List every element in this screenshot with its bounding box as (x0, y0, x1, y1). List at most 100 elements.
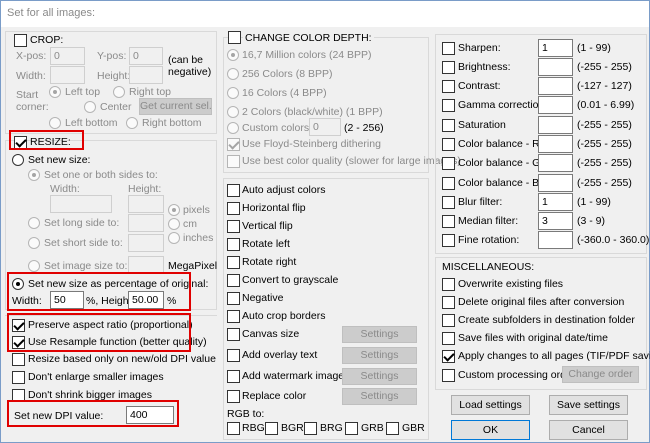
blur-input[interactable]: 1 (538, 193, 573, 211)
crop-height-input[interactable] (129, 66, 163, 84)
rbg-label: RBG (242, 422, 265, 434)
center-radio[interactable] (84, 101, 96, 113)
gbr-checkbox[interactable] (386, 422, 399, 435)
canvas-size-checkbox[interactable] (227, 328, 240, 341)
get-current-sel-button[interactable]: Get current sel. (139, 98, 212, 115)
xpos-input[interactable]: 0 (50, 47, 85, 65)
rotate-right-checkbox[interactable] (227, 256, 240, 269)
contrast-checkbox[interactable] (442, 80, 455, 93)
long-side-radio[interactable] (28, 217, 40, 229)
canvas-settings-button[interactable]: Settings (342, 326, 417, 343)
settings-dialog: Set for all images: CROP: X-pos: 0 Y-pos… (0, 0, 650, 443)
right-bottom-radio[interactable] (126, 117, 138, 129)
negative-checkbox[interactable] (227, 292, 240, 305)
custom-order-checkbox[interactable] (442, 369, 455, 382)
brightness-input[interactable] (538, 58, 573, 76)
fine-rotation-checkbox[interactable] (442, 234, 455, 247)
median-input[interactable]: 3 (538, 212, 573, 230)
short-side-label: Set short side to: (44, 237, 123, 249)
grayscale-checkbox[interactable] (227, 274, 240, 287)
best-quality-checkbox[interactable] (227, 155, 240, 168)
right-top-radio[interactable] (113, 86, 125, 98)
save-settings-button[interactable]: Save settings (549, 395, 628, 415)
depth-4bpp-radio[interactable] (227, 87, 239, 99)
keep-date-checkbox[interactable] (442, 332, 455, 345)
overlay-settings-button[interactable]: Settings (342, 347, 417, 364)
brightness-range: (-255 - 255) (577, 61, 632, 73)
gamma-input[interactable] (538, 96, 573, 114)
dpi-based-checkbox[interactable] (12, 353, 25, 366)
floyd-checkbox[interactable] (227, 138, 240, 151)
one-or-both-radio[interactable] (28, 169, 40, 181)
depth-24bpp-radio[interactable] (227, 49, 239, 61)
replace-color-checkbox[interactable] (227, 390, 240, 403)
rotate-left-checkbox[interactable] (227, 238, 240, 251)
auto-adjust-checkbox[interactable] (227, 184, 240, 197)
depth-8bpp-radio[interactable] (227, 68, 239, 80)
custom-colors-input[interactable]: 0 (309, 118, 341, 136)
set-new-size-label: Set new size: (28, 154, 91, 166)
blur-checkbox[interactable] (442, 196, 455, 209)
color-balance-g-checkbox[interactable] (442, 157, 455, 170)
resize-width-input[interactable] (50, 195, 112, 213)
crop-checkbox[interactable] (14, 34, 27, 47)
right-bottom-label: Right bottom (142, 117, 202, 129)
grb-checkbox[interactable] (345, 422, 358, 435)
median-checkbox[interactable] (442, 215, 455, 228)
saturation-input[interactable] (538, 116, 573, 134)
watermark-checkbox[interactable] (227, 370, 240, 383)
custom-colors-radio[interactable] (227, 122, 239, 134)
auto-crop-label: Auto crop borders (242, 310, 326, 322)
vflip-checkbox[interactable] (227, 220, 240, 233)
color-balance-g-input[interactable] (538, 154, 573, 172)
inches-radio[interactable] (168, 232, 180, 244)
crop-width-input[interactable] (50, 66, 85, 84)
short-side-radio[interactable] (28, 237, 40, 249)
left-top-radio[interactable] (49, 86, 61, 98)
brg-checkbox[interactable] (304, 422, 317, 435)
bgr-checkbox[interactable] (265, 422, 278, 435)
change-order-button[interactable]: Change order (562, 366, 639, 383)
long-side-input[interactable] (128, 214, 164, 232)
left-bottom-radio[interactable] (49, 117, 61, 129)
sharpen-checkbox[interactable] (442, 42, 455, 55)
sharpen-range: (1 - 99) (577, 42, 611, 54)
auto-crop-checkbox[interactable] (227, 310, 240, 323)
set-new-size-radio[interactable] (12, 154, 24, 166)
negative-label: Negative (242, 292, 284, 304)
overwrite-checkbox[interactable] (442, 278, 455, 291)
pixels-radio[interactable] (168, 204, 180, 216)
cm-radio[interactable] (168, 218, 180, 230)
long-side-label: Set long side to: (44, 217, 120, 229)
sharpen-input[interactable]: 1 (538, 39, 573, 57)
overlay-text-checkbox[interactable] (227, 349, 240, 362)
hflip-checkbox[interactable] (227, 202, 240, 215)
delete-originals-checkbox[interactable] (442, 296, 455, 309)
brightness-checkbox[interactable] (442, 61, 455, 74)
depth-1bpp-radio[interactable] (227, 106, 239, 118)
rbg-checkbox[interactable] (227, 422, 240, 435)
short-side-input[interactable] (128, 234, 164, 252)
highlight-dpi (7, 400, 179, 427)
color-balance-b-checkbox[interactable] (442, 177, 455, 190)
subfolders-checkbox[interactable] (442, 314, 455, 327)
cancel-button[interactable]: Cancel (549, 420, 628, 440)
resize-height-input[interactable] (128, 195, 164, 213)
load-settings-button[interactable]: Load settings (451, 395, 530, 415)
subfolders-label: Create subfolders in destination folder (458, 314, 635, 326)
color-balance-b-input[interactable] (538, 174, 573, 192)
color-balance-r-checkbox[interactable] (442, 138, 455, 151)
gamma-checkbox[interactable] (442, 99, 455, 112)
ok-button[interactable]: OK (451, 420, 530, 440)
fine-rotation-input[interactable] (538, 231, 573, 249)
color-depth-checkbox[interactable] (228, 31, 241, 44)
dont-enlarge-checkbox[interactable] (12, 371, 25, 384)
ypos-input[interactable]: 0 (129, 47, 163, 65)
replace-settings-button[interactable]: Settings (342, 388, 417, 405)
saturation-checkbox[interactable] (442, 119, 455, 132)
watermark-settings-button[interactable]: Settings (342, 368, 417, 385)
contrast-input[interactable] (538, 77, 573, 95)
color-balance-r-input[interactable] (538, 135, 573, 153)
image-size-radio[interactable] (28, 260, 40, 272)
all-pages-checkbox[interactable] (442, 350, 455, 363)
